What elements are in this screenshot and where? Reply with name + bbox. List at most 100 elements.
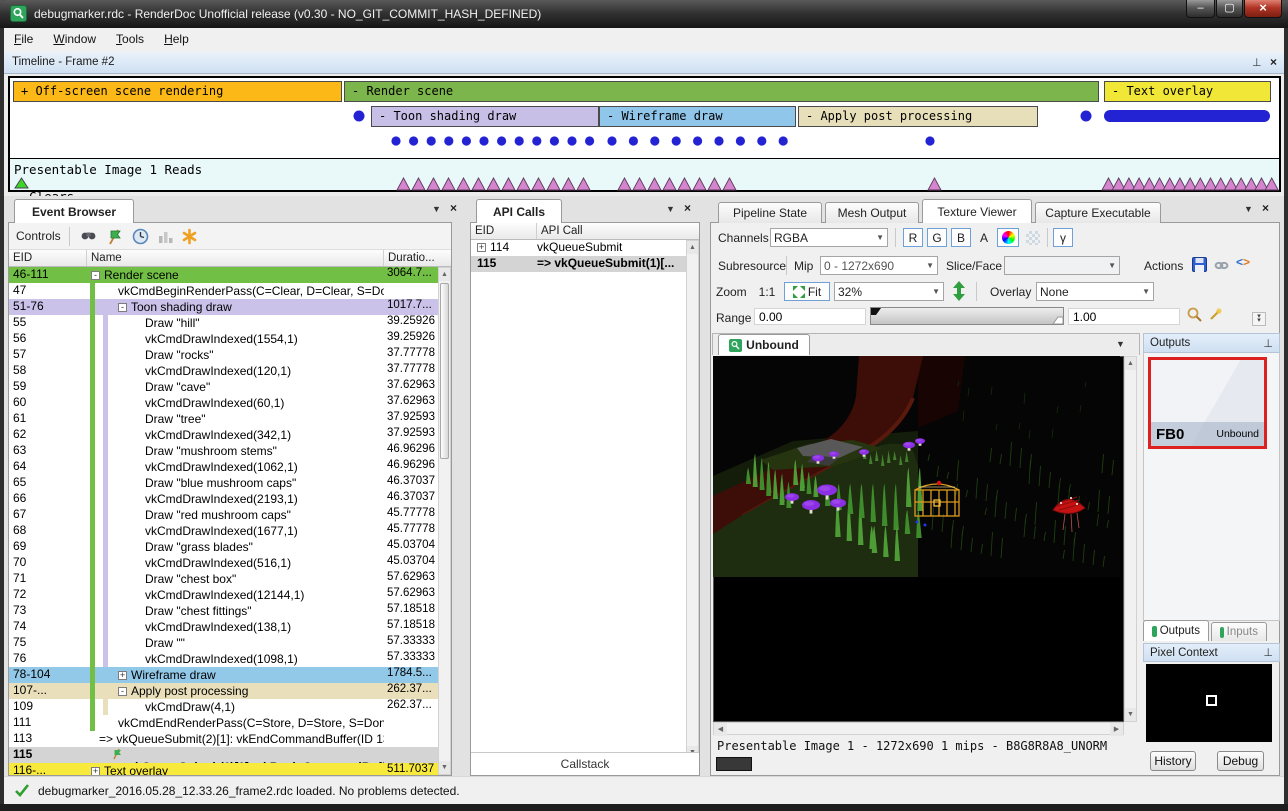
callstack-section[interactable]: Callstack (471, 752, 699, 775)
channel-blue-toggle[interactable]: B (951, 228, 971, 247)
col-eid[interactable]: EID (9, 250, 87, 266)
flip-y-icon[interactable] (952, 281, 966, 301)
tab-api-calls[interactable]: API Calls (476, 199, 562, 223)
event-row[interactable]: 109vkCmdDraw(4,1)262.37... (9, 699, 438, 715)
menu-file[interactable]: File (4, 28, 43, 50)
zoom-select[interactable]: 32%▼ (834, 282, 944, 301)
pin-icon[interactable]: ⊥ (1263, 646, 1273, 659)
event-row[interactable]: 74vkCmdDrawIndexed(138,1)57.18518 (9, 619, 438, 635)
pin-icon[interactable]: ⊥ (1252, 56, 1262, 69)
chevron-down-icon[interactable]: ▼ (666, 204, 675, 214)
close-icon[interactable]: × (450, 201, 457, 215)
checkerboard-icon[interactable] (1023, 228, 1043, 247)
event-row[interactable]: 78-104+Wireframe draw1784.5... (9, 667, 438, 683)
zoom-1-1-button[interactable]: 1:1 (754, 282, 780, 301)
expander-icon[interactable]: - (118, 303, 127, 312)
color-wheel-icon[interactable] (997, 228, 1019, 247)
mip-select[interactable]: 0 - 1272x690▼ (820, 256, 938, 275)
bookmark-flag-icon[interactable] (105, 227, 124, 246)
event-row[interactable]: 57Draw "rocks"37.77778 (9, 347, 438, 363)
gamma-button[interactable]: γ (1053, 228, 1073, 247)
menu-tools[interactable]: Tools (106, 28, 154, 50)
event-browser-column-header[interactable]: EID Name Duratio... (9, 250, 451, 267)
expander-icon[interactable]: - (91, 271, 100, 280)
overlay-select[interactable]: None▼ (1036, 282, 1154, 301)
chevron-down-icon[interactable]: ▼ (1116, 339, 1125, 349)
event-row[interactable]: 47vkCmdBeginRenderPass(C=Clear, D=Clear,… (9, 283, 438, 299)
close-button[interactable]: × (1244, 0, 1282, 18)
event-row[interactable]: 64vkCmdDrawIndexed(1062,1)46.96296 (9, 459, 438, 475)
fit-button[interactable]: Fit (784, 282, 830, 301)
tab-inputs[interactable]: Inputs (1211, 622, 1267, 641)
wand-icon[interactable] (1207, 306, 1224, 323)
expander-icon[interactable]: + (477, 243, 486, 252)
clock-icon[interactable] (131, 227, 150, 246)
api-call-row[interactable]: +114vkQueueSubmit (471, 240, 686, 256)
tab-texture-viewer[interactable]: Texture Viewer (922, 199, 1032, 223)
pixel-context-view[interactable] (1146, 664, 1272, 742)
maximize-button[interactable]: ▢ (1216, 0, 1243, 18)
channel-alpha-toggle[interactable]: A (975, 228, 993, 247)
close-icon[interactable]: × (1262, 201, 1269, 215)
event-browser-scrollbar[interactable]: ▲▼ (438, 267, 451, 775)
menu-help[interactable]: Help (154, 28, 199, 50)
event-row[interactable]: 69Draw "grass blades"45.03704 (9, 539, 438, 555)
save-icon[interactable] (1191, 256, 1208, 273)
chevron-down-icon[interactable]: ▼ (432, 204, 441, 214)
event-row[interactable]: 75Draw ""57.33333 (9, 635, 438, 651)
code-icon[interactable]: <> (1236, 255, 1250, 269)
tab-outputs[interactable]: Outputs (1143, 620, 1209, 641)
event-row[interactable]: 56vkCmdDrawIndexed(1554,1)39.25926 (9, 331, 438, 347)
event-row[interactable]: 55Draw "hill"39.25926 (9, 315, 438, 331)
event-row[interactable]: 113=> vkQueueSubmit(2)[1]: vkEndCommandB… (9, 731, 438, 747)
tab-capture-executable[interactable]: Capture Executable (1035, 202, 1161, 223)
event-row[interactable]: 72vkCmdDrawIndexed(12144,1)57.62963 (9, 587, 438, 603)
tab-event-browser[interactable]: Event Browser (14, 199, 134, 223)
event-row[interactable]: 60vkCmdDrawIndexed(60,1)37.62963 (9, 395, 438, 411)
event-row[interactable]: 115=> vkQueueSubmit(1)[0]: vkBeginComman… (9, 747, 438, 763)
event-row[interactable]: 116-...+Text overlay511.7037 (9, 763, 438, 775)
col-duration[interactable]: Duratio... (384, 250, 438, 266)
viewport-hscrollbar[interactable]: ◀▶ (713, 722, 1124, 735)
tab-pipeline-state[interactable]: Pipeline State (718, 202, 822, 223)
star-icon[interactable] (180, 227, 199, 246)
magnifier-icon[interactable] (1186, 306, 1203, 323)
event-row[interactable]: 71Draw "chest box"57.62963 (9, 571, 438, 587)
close-icon[interactable]: × (684, 201, 691, 215)
event-row[interactable]: 66vkCmdDrawIndexed(2193,1)46.37037 (9, 491, 438, 507)
event-row[interactable]: 58vkCmdDrawIndexed(120,1)37.77778 (9, 363, 438, 379)
event-row[interactable]: 67Draw "red mushroom caps"45.77778 (9, 507, 438, 523)
slice-face-select[interactable]: ▼ (1004, 256, 1120, 275)
range-max-input[interactable]: 1.00 (1068, 308, 1180, 325)
event-row[interactable]: 59Draw "cave"37.62963 (9, 379, 438, 395)
chevron-down-icon[interactable]: ▼ (1244, 204, 1253, 214)
event-row[interactable]: 63Draw "mushroom stems"46.96296 (9, 443, 438, 459)
expander-icon[interactable]: - (118, 687, 127, 696)
api-calls-scrollbar[interactable]: ▲▼ (686, 240, 699, 760)
col-name[interactable]: Name (87, 250, 384, 266)
event-row[interactable]: 51-76-Toon shading draw1017.7... (9, 299, 438, 315)
minimize-button[interactable]: – (1186, 0, 1215, 18)
stats-icon[interactable] (156, 227, 175, 246)
event-row[interactable]: 76vkCmdDrawIndexed(1098,1)57.33333 (9, 651, 438, 667)
col-api-call[interactable]: API Call (537, 223, 699, 239)
event-row[interactable]: 70vkCmdDrawIndexed(516,1)45.03704 (9, 555, 438, 571)
event-row[interactable]: 111vkCmdEndRenderPass(C=Store, D=Store, … (9, 715, 438, 731)
history-button[interactable]: History (1150, 751, 1196, 771)
channel-red-toggle[interactable]: R (903, 228, 923, 247)
channels-select[interactable]: RGBA▼ (770, 228, 888, 247)
range-options-button[interactable]: ▾▾ (1252, 312, 1266, 326)
channel-green-toggle[interactable]: G (927, 228, 947, 247)
range-slider[interactable] (870, 307, 1064, 325)
event-row[interactable]: 107-...-Apply post processing262.37... (9, 683, 438, 699)
event-row[interactable]: 46-111-Render scene3064.7... (9, 267, 438, 283)
col-eid[interactable]: EID (471, 223, 537, 239)
event-row[interactable]: 68vkCmdDrawIndexed(1677,1)45.77778 (9, 523, 438, 539)
event-row[interactable]: 73Draw "chest fittings"57.18518 (9, 603, 438, 619)
menu-window[interactable]: Window (43, 28, 106, 50)
api-call-row[interactable]: 115=> vkQueueSubmit(1)[... (471, 256, 686, 272)
close-icon[interactable]: × (1270, 55, 1277, 69)
tab-unbound[interactable]: Unbound (718, 334, 810, 355)
debug-button[interactable]: Debug (1217, 751, 1264, 771)
fb0-thumbnail[interactable]: FB0 Unbound (1148, 357, 1267, 449)
